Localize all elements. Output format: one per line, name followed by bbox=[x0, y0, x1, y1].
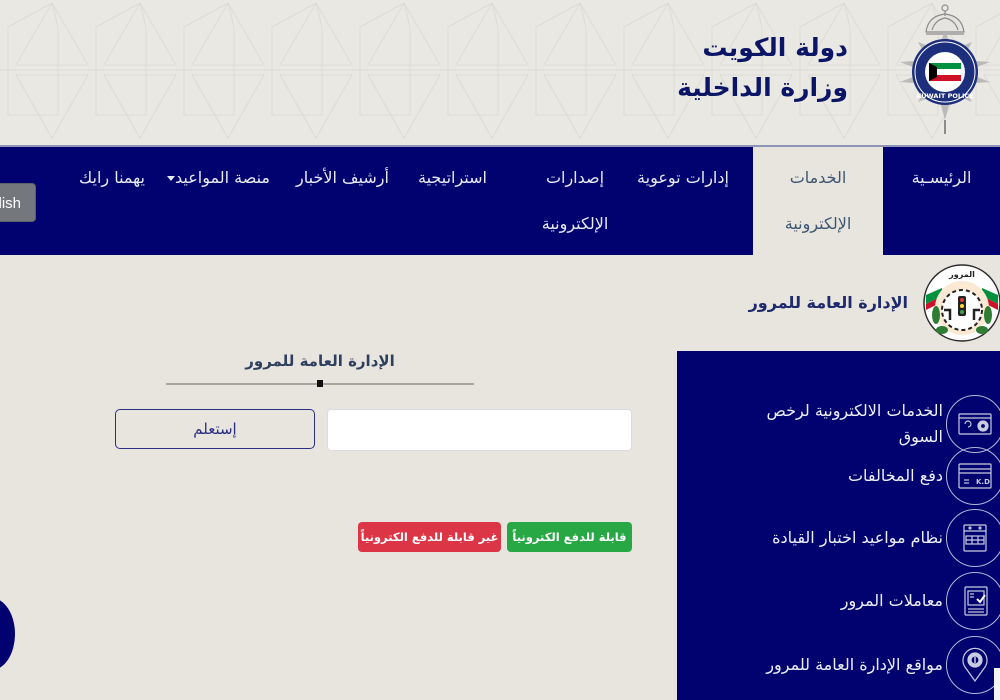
clipboard-check-icon bbox=[946, 572, 1000, 630]
department-header: الإدارة العامة للمرور المرور bbox=[0, 255, 1000, 350]
service-traffic-transactions[interactable]: معاملات المرور bbox=[677, 569, 1000, 633]
dropdown-caret-icon bbox=[167, 176, 175, 181]
kd-card-icon: K.D bbox=[946, 447, 1000, 505]
nav-publications-label-line2: الإلكترونية bbox=[541, 214, 609, 233]
nav-e-publications[interactable]: إصدارات الإلكترونية bbox=[530, 147, 620, 255]
traffic-services-panel: الخدمات الالكترونية لرخص السوق دفع المخا… bbox=[677, 351, 1000, 700]
payable-online-badge: قابلة للدفع الكترونياً bbox=[507, 522, 632, 552]
floating-side-button[interactable] bbox=[0, 598, 15, 670]
geometric-pattern-background bbox=[0, 0, 1000, 145]
nav-awareness-departments[interactable]: إدارات توعوية bbox=[628, 147, 738, 255]
divider-dot bbox=[317, 380, 323, 387]
nav-e-services-label-line2: الإلكترونية bbox=[784, 214, 852, 233]
language-toggle-button[interactable]: lish bbox=[0, 183, 36, 222]
nav-e-services-label-line1: الخدمات bbox=[789, 168, 847, 187]
ministry-of-interior-text: وزارة الداخلية bbox=[677, 73, 848, 102]
nav-appointments-label: منصة المواعيد bbox=[175, 168, 270, 187]
service-label: الخدمات الالكترونية لرخص السوق bbox=[766, 401, 943, 446]
kuwait-police-logo[interactable]: KUWAIT POLICE bbox=[890, 2, 1000, 138]
site-header: دولة الكويت وزارة الداخلية KUWAIT POLICE bbox=[0, 0, 1000, 145]
service-label: دفع المخالفات bbox=[847, 466, 943, 485]
nav-home-label: الرئيسـية bbox=[911, 168, 972, 187]
service-label: مواقع الإدارة العامة للمرور bbox=[766, 655, 943, 674]
not-payable-online-badge: غير قابلة للدفع الكترونياً bbox=[358, 522, 501, 552]
search-section-title: الإدارة العامة للمرور bbox=[245, 352, 395, 370]
nav-feedback[interactable]: يهمنا رايك bbox=[72, 147, 152, 255]
service-pay-violations[interactable]: دفع المخالفات K.D bbox=[677, 444, 1000, 508]
department-title: الإدارة العامة للمرور bbox=[748, 293, 908, 312]
service-traffic-locations[interactable]: مواقع الإدارة العامة للمرور bbox=[677, 633, 1000, 697]
nav-news-archive[interactable]: أرشيف الأخبار bbox=[290, 147, 395, 255]
svg-text:المرور: المرور bbox=[948, 270, 975, 279]
inquire-button[interactable]: إستعلم bbox=[115, 409, 315, 449]
nav-publications-label-line1: إصدارات bbox=[545, 168, 605, 187]
service-label: نظام مواعيد اختبار القيادة bbox=[772, 528, 943, 547]
traffic-department-logo[interactable]: المرور bbox=[922, 260, 1000, 346]
title-divider bbox=[166, 380, 474, 387]
location-pin-icon bbox=[946, 636, 1000, 694]
nav-appointments-platform[interactable]: منصة المواعيد bbox=[153, 147, 278, 255]
nav-home[interactable]: الرئيسـية bbox=[883, 147, 1000, 255]
svg-text:KUWAIT POLICE: KUWAIT POLICE bbox=[916, 92, 973, 100]
nav-news-archive-label: أرشيف الأخبار bbox=[296, 168, 389, 187]
nav-e-services[interactable]: الخدمات الإلكترونية bbox=[753, 147, 883, 255]
nav-strategy-label: استراتيجية bbox=[418, 168, 487, 187]
main-navigation: الرئيسـية الخدمات الإلكترونية إدارات توع… bbox=[0, 145, 1000, 255]
svg-text:K.D: K.D bbox=[976, 478, 990, 486]
service-driving-test-appointments[interactable]: نظام مواعيد اختبار القيادة bbox=[677, 506, 1000, 570]
nav-awareness-label: إدارات توعوية bbox=[637, 168, 729, 187]
ministry-title: دولة الكويت وزارة الداخلية bbox=[677, 28, 848, 108]
calendar-icon bbox=[946, 509, 1000, 567]
service-label: معاملات المرور bbox=[840, 591, 943, 610]
scrollbar-thumb[interactable] bbox=[994, 668, 1000, 700]
query-input[interactable] bbox=[327, 409, 632, 451]
nav-feedback-label: يهمنا رايك bbox=[79, 168, 145, 187]
state-of-kuwait-text: دولة الكويت bbox=[702, 33, 848, 62]
nav-strategy[interactable]: استراتيجية bbox=[405, 147, 500, 255]
